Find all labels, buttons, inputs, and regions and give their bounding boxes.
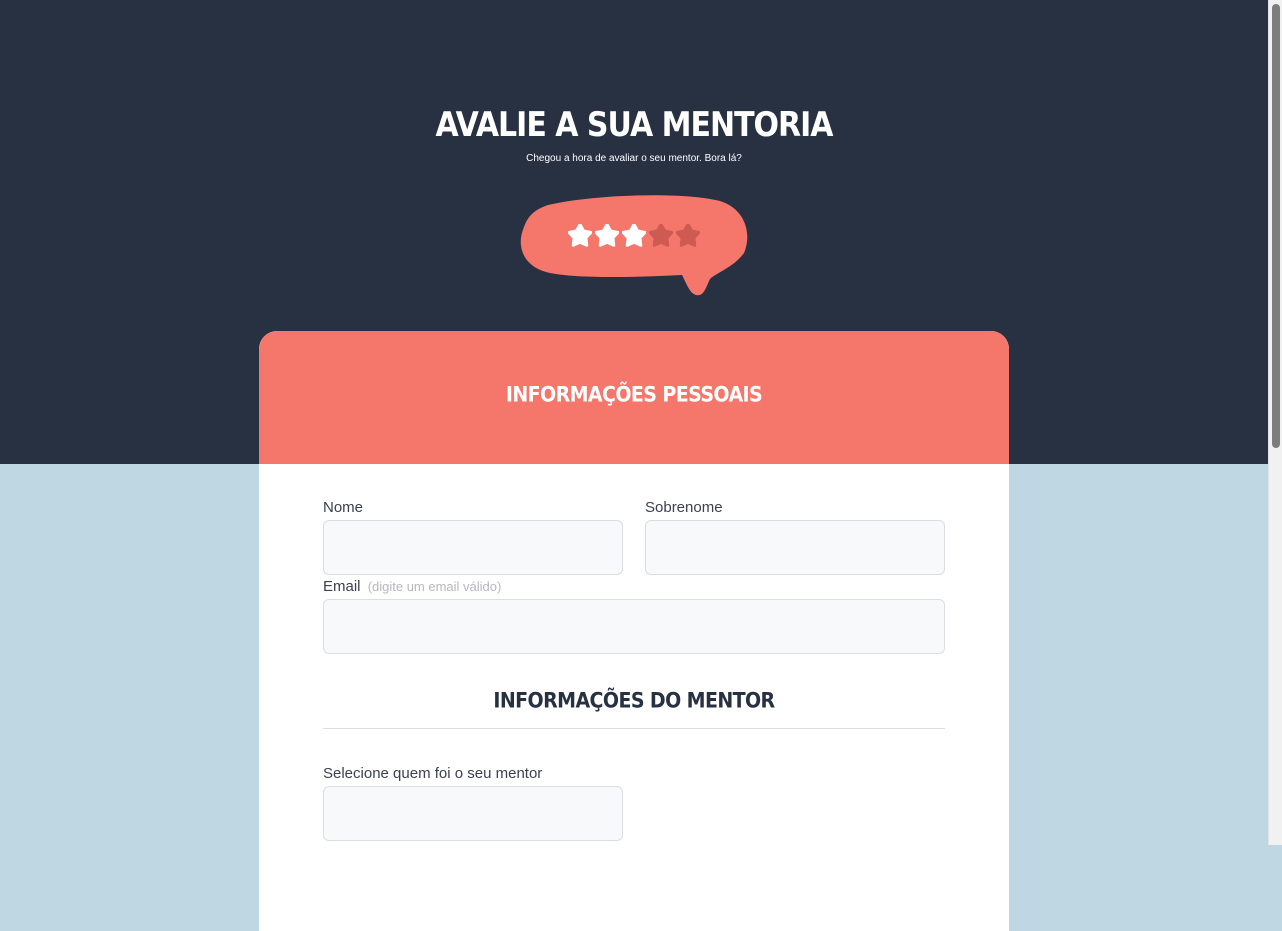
mentor-info-title: INFORMAÇÕES DO MENTOR <box>493 688 775 714</box>
last-name-input[interactable] <box>645 520 945 575</box>
scrollbar-thumb[interactable] <box>1272 4 1280 448</box>
personal-info-title: INFORMAÇÕES PESSOAIS <box>505 382 763 408</box>
first-name-input[interactable] <box>323 520 623 575</box>
email-label: Email <box>323 578 361 595</box>
flower-star-icon-empty[interactable] <box>676 224 700 248</box>
mentor-select[interactable] <box>323 786 623 841</box>
rating-stars[interactable] <box>568 224 700 248</box>
mentor-select-label: Selecione quem foi o seu mentor <box>323 765 543 782</box>
email-input[interactable] <box>323 599 945 654</box>
page-title: AVALIE A SUA MENTORIA <box>435 105 833 146</box>
card-header: INFORMAÇÕES PESSOAIS <box>259 331 1009 464</box>
flower-star-icon-filled[interactable] <box>595 224 619 248</box>
last-name-label: Sobrenome <box>645 499 723 516</box>
email-label-group: Email (digite um email válido) <box>323 578 501 595</box>
flower-star-icon-filled[interactable] <box>568 224 592 248</box>
flower-star-icon-filled[interactable] <box>622 224 646 248</box>
form-card: INFORMAÇÕES PESSOAIS Nome Sobrenome Emai… <box>259 331 1009 931</box>
page-subtitle: Chegou a hora de avaliar o seu mentor. B… <box>526 153 742 164</box>
page-scrollbar[interactable] <box>1268 0 1282 845</box>
email-hint: (digite um email válido) <box>367 579 502 594</box>
section-divider <box>323 728 945 729</box>
first-name-label: Nome <box>323 499 364 516</box>
flower-star-icon-empty[interactable] <box>649 224 673 248</box>
